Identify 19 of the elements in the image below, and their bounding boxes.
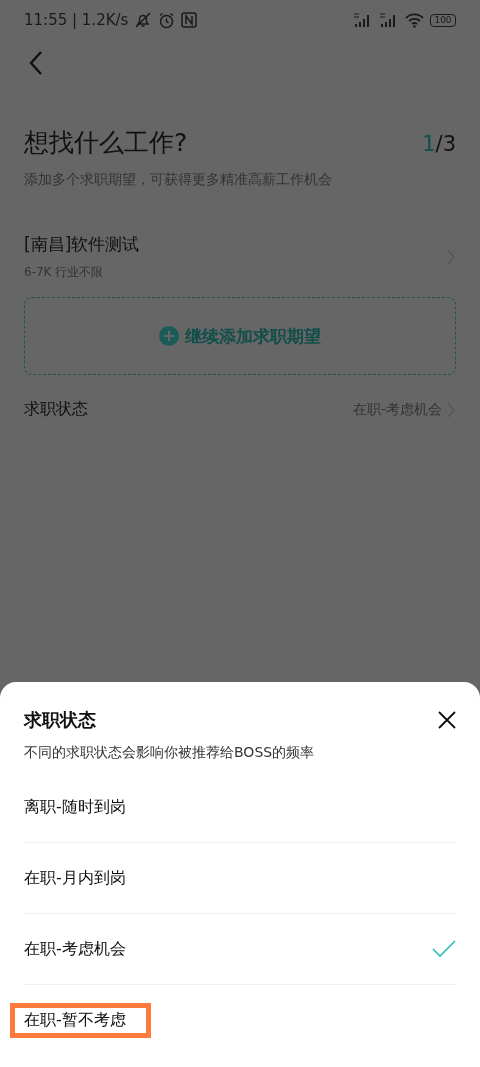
option-label[interactable]: 离职-随时到岗 (24, 792, 126, 822)
option-label[interactable]: 在职-暂不考虑 (24, 1006, 126, 1033)
option-label[interactable]: 在职-考虑机会 (24, 934, 126, 964)
step-current: 1 (422, 132, 436, 156)
wifi-icon (405, 12, 424, 28)
status-time: 11:55 | 1.2K/s (24, 11, 129, 29)
page-title: 想找什么工作? (24, 127, 189, 159)
sheet-subtitle: 不同的求职状态会影响你被推荐给BOSS的频率 (24, 744, 316, 762)
alarm-icon (158, 11, 176, 29)
close-icon[interactable] (438, 711, 456, 729)
plus-icon (159, 326, 179, 346)
nfc-icon (181, 12, 198, 28)
muted-bell-icon (134, 11, 153, 29)
status-label: 求职状态 (24, 399, 89, 420)
step-total: /3 (435, 132, 456, 156)
option-label[interactable]: 在职-月内到岗 (24, 863, 126, 893)
back-icon[interactable] (28, 50, 44, 76)
sheet-title: 求职状态 (24, 708, 97, 732)
battery-icon: 100 (430, 13, 456, 27)
